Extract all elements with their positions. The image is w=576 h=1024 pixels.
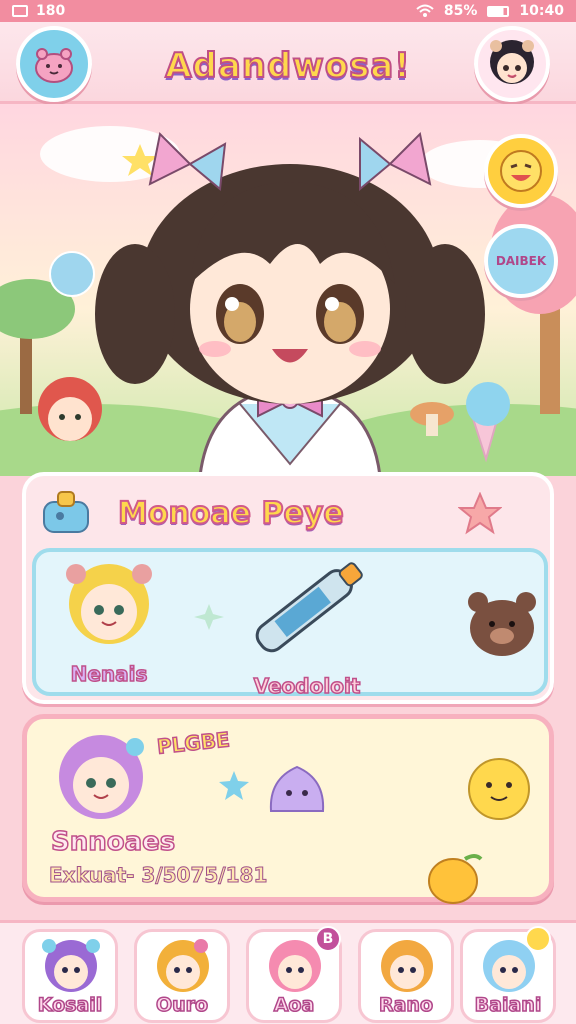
- nav-label: Rano: [378, 993, 434, 1017]
- item-label-2: Veodoloit: [253, 673, 361, 699]
- battery-icon: [487, 5, 510, 17]
- profile-avatar-button[interactable]: [474, 26, 550, 102]
- purple-girl-icon: [59, 735, 144, 819]
- nav-label: Aoa: [273, 993, 315, 1017]
- lemon-icon: [428, 854, 483, 904]
- pink-creature-icon: [35, 48, 73, 83]
- app-title: Adandwosa!: [164, 45, 411, 87]
- items-tray: Nenais Veodoloit: [32, 548, 548, 699]
- slime-icon: [269, 765, 325, 812]
- clock: 10:40: [519, 3, 564, 19]
- nav-item-aoa[interactable]: B Aoa: [246, 926, 342, 1023]
- character-amber-icon: [381, 940, 433, 992]
- speech-bubble-text: DAIBEK: [495, 254, 547, 268]
- backpack-icon: [43, 491, 89, 533]
- character-subline: Exkuat- 3/5075/181: [48, 863, 268, 888]
- bottom-nav: Kosail Ouro B Aoa Rano Baiani: [0, 920, 576, 1024]
- panel-title: Monoae Peye: [117, 495, 345, 532]
- nav-item-ouro[interactable]: Ouro: [134, 929, 230, 1023]
- character-card[interactable]: PLGBE Snnoaes Exkuat- 3/5075/181: [22, 714, 554, 904]
- chat-bubble-button[interactable]: DAIBEK: [484, 224, 558, 298]
- character-name: Snnoaes: [50, 826, 176, 858]
- item-character-blonde[interactable]: Nenais: [54, 560, 164, 690]
- card-badge-text: PLGBE: [155, 727, 231, 760]
- nav-item-baiani[interactable]: Baiani: [460, 926, 556, 1023]
- bear-icon: [468, 592, 536, 656]
- menu-button[interactable]: [16, 26, 92, 102]
- hero-scene: DAIBEK: [0, 104, 576, 476]
- sparkle-icon: [194, 604, 224, 630]
- items-panel: Monoae Peye Nenais Veodoloit: [22, 472, 554, 704]
- sim-icon: [12, 5, 28, 17]
- nav-badge: B: [315, 926, 341, 952]
- character-orange-icon: [157, 939, 209, 992]
- battery-text: 85%: [443, 3, 478, 19]
- nav-item-kosail[interactable]: Kosail: [22, 929, 118, 1023]
- yellow-blob-icon: [468, 758, 530, 820]
- wifi-icon: [416, 4, 434, 17]
- nav-item-rano[interactable]: Rano: [358, 929, 454, 1023]
- status-bar: 180 85% 10:40: [0, 0, 576, 22]
- emoji-button[interactable]: [484, 134, 558, 208]
- avatar-icon: [490, 40, 534, 84]
- nav-label: Baiani: [474, 993, 542, 1017]
- star-icon: [458, 492, 502, 535]
- item-bottle[interactable]: Veodoloit: [232, 556, 382, 699]
- character-purple-icon: [42, 939, 100, 992]
- item-label-1: Nenais: [70, 661, 148, 687]
- status-left-text: 180: [36, 3, 66, 19]
- laughing-face-icon: [500, 150, 542, 192]
- nav-label: Kosail: [37, 993, 103, 1017]
- bottle-icon: [255, 562, 363, 653]
- small-star-icon: [219, 771, 249, 800]
- nav-label: Ouro: [155, 993, 209, 1017]
- settings-badge-icon: [525, 926, 551, 952]
- header: Adandwosa!: [0, 22, 576, 104]
- blonde-girl-icon: [66, 564, 152, 644]
